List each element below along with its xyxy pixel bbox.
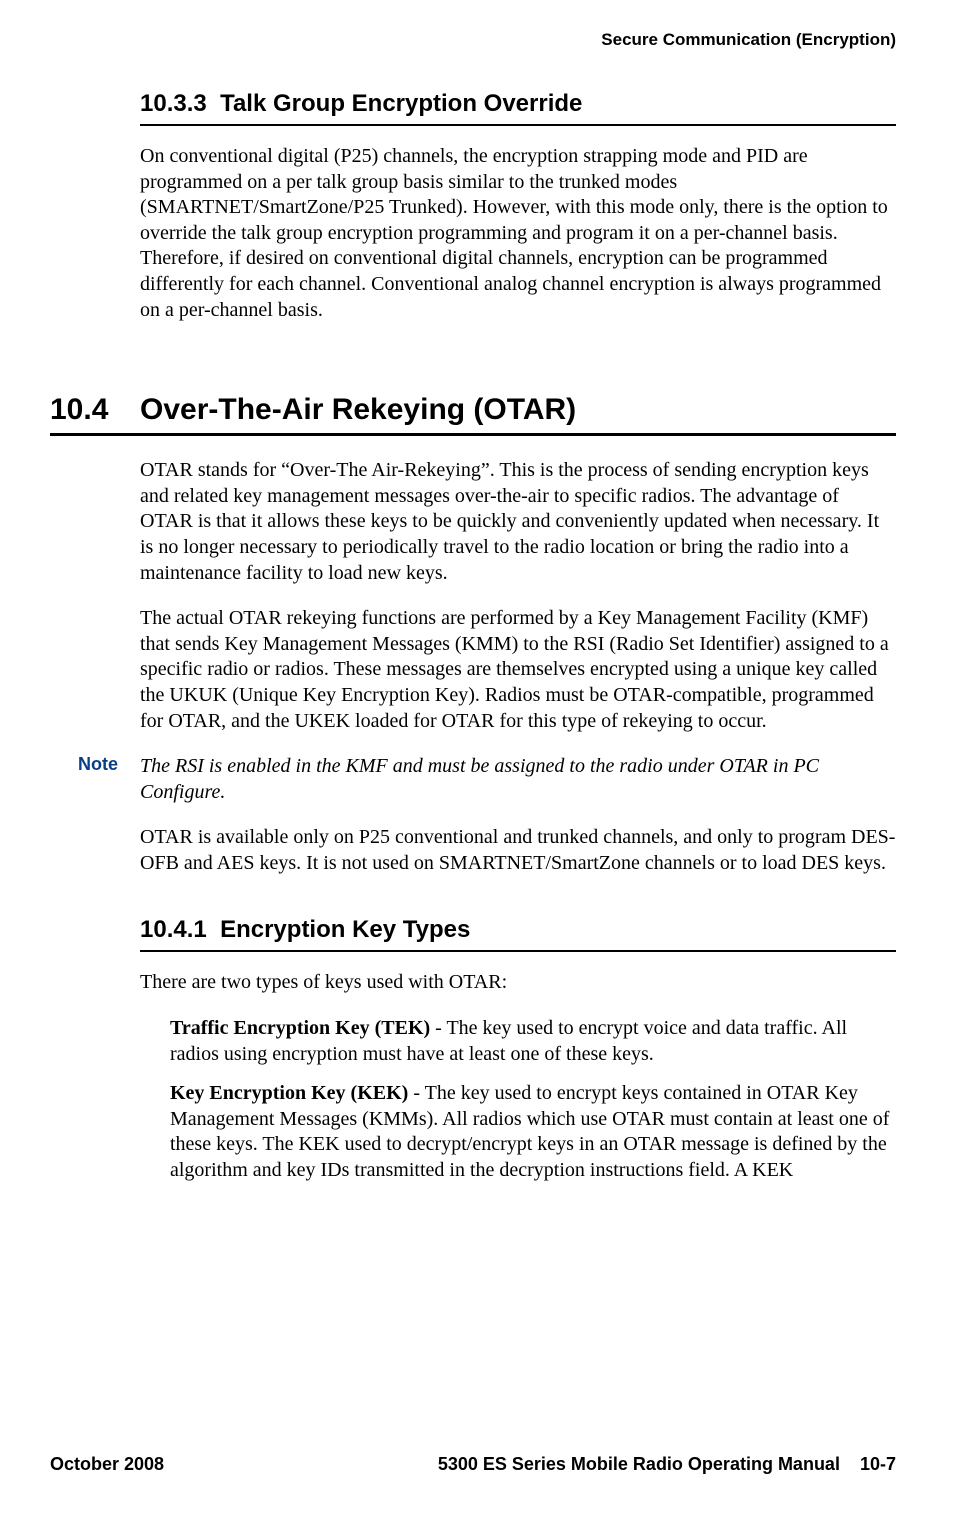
page: Secure Communication (Encryption) 10.3.3…: [0, 0, 976, 1519]
section-10-4-1: 10.4.1 Encryption Key Types There are tw…: [140, 916, 896, 1183]
heading-title: Talk Group Encryption Override: [220, 90, 582, 117]
paragraph: The actual OTAR rekeying functions are p…: [140, 606, 896, 734]
section-10-3-3: 10.3.3 Talk Group Encryption Override On…: [140, 90, 896, 323]
heading-rule: [50, 433, 896, 436]
page-footer: October 2008 5300 ES Series Mobile Radio…: [50, 1454, 896, 1475]
heading-title: Over-The-Air Rekeying (OTAR): [140, 393, 576, 427]
heading-rule: [140, 950, 896, 952]
heading-number: 10.4.1: [140, 916, 207, 943]
definition-tek: Traffic Encryption Key (TEK) - The key u…: [170, 1016, 896, 1067]
heading-number: 10.3.3: [140, 90, 207, 117]
footer-page-number: 10-7: [860, 1454, 896, 1474]
section-10-4-body: OTAR stands for “Over-The Air-Rekeying”.…: [140, 458, 896, 876]
heading-rule: [140, 124, 896, 126]
heading-10-3-3: 10.3.3 Talk Group Encryption Override: [140, 90, 896, 118]
note-text: The RSI is enabled in the KMF and must b…: [140, 754, 896, 805]
paragraph: There are two types of keys used with OT…: [140, 970, 896, 996]
term-label: Key Encryption Key (KEK): [170, 1082, 408, 1104]
running-header: Secure Communication (Encryption): [50, 30, 896, 50]
heading-10-4: 10.4 Over-The-Air Rekeying (OTAR): [50, 393, 896, 427]
footer-manual-title: 5300 ES Series Mobile Radio Operating Ma…: [438, 1454, 840, 1474]
heading-title: Encryption Key Types: [220, 916, 470, 943]
note-label: Note: [78, 754, 140, 805]
definition-kek: Key Encryption Key (KEK) - The key used …: [170, 1081, 896, 1183]
paragraph: OTAR stands for “Over-The Air-Rekeying”.…: [140, 458, 896, 586]
heading-number: 10.4: [50, 393, 140, 427]
note-block: Note The RSI is enabled in the KMF and m…: [140, 754, 896, 805]
footer-right: 5300 ES Series Mobile Radio Operating Ma…: [438, 1454, 896, 1475]
paragraph: OTAR is available only on P25 convention…: [140, 825, 896, 876]
paragraph: On conventional digital (P25) channels, …: [140, 144, 896, 323]
footer-date: October 2008: [50, 1454, 164, 1475]
term-label: Traffic Encryption Key (TEK): [170, 1017, 430, 1039]
heading-10-4-1: 10.4.1 Encryption Key Types: [140, 916, 896, 944]
